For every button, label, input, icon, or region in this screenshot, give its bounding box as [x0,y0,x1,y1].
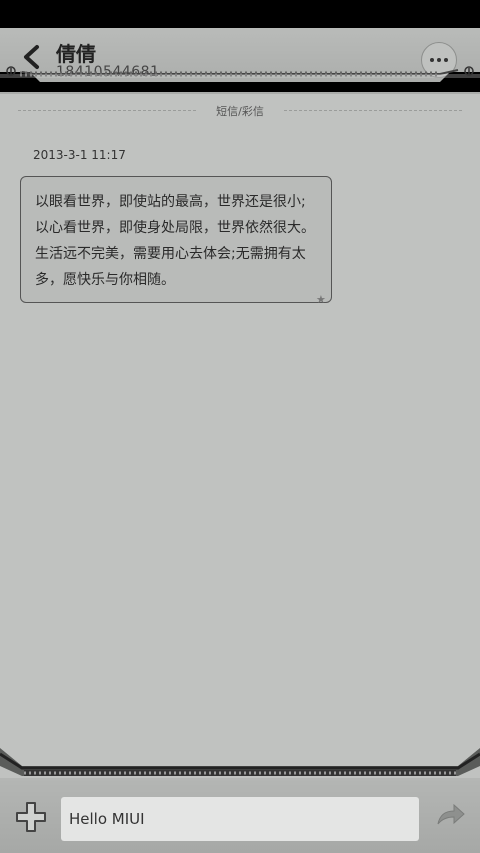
send-arrow-icon [437,803,465,825]
plus-icon [16,802,46,832]
message-text: 以眼看世界，即使站的最高，世界还是很小;以心看世界，即使身处局限，世界依然很大。… [35,194,315,288]
sms-mms-divider-label: 短信/彩信 [216,105,264,118]
divider-line-left [18,110,196,111]
add-attachment-button[interactable] [14,800,48,834]
send-button[interactable] [436,802,466,828]
message-input[interactable] [61,797,419,841]
message-bubble[interactable]: 以眼看世界，即使站的最高，世界还是很小;以心看世界，即使身处局限，世界依然很大。… [20,176,332,303]
star-icon: ★ [316,293,326,306]
header-frame-border [0,66,480,92]
message-timestamp: 2013-3-1 11:17 [33,148,126,162]
divider-line-right [284,110,462,111]
